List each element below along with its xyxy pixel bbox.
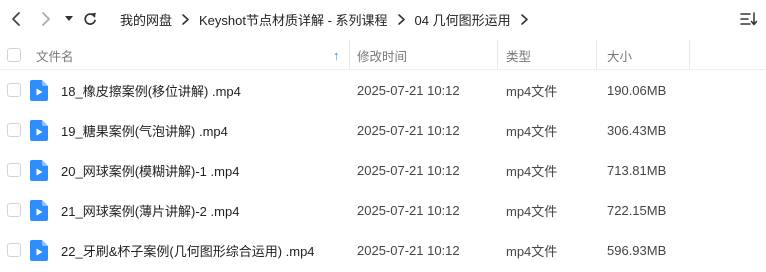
file-row[interactable]: 21_网球案例(薄片讲解)-2 .mp4 2025-07-21 10:12 mp… [0, 190, 766, 230]
sort-list-icon [740, 12, 758, 26]
file-size: 596.93MB [607, 242, 667, 258]
file-type: mp4文件 [506, 83, 558, 99]
file-row[interactable]: 20_网球案例(模糊讲解)-1 .mp4 2025-07-21 10:12 mp… [0, 150, 766, 190]
back-button[interactable] [6, 8, 26, 30]
chevron-right-icon [42, 12, 50, 26]
breadcrumb-item-current[interactable]: 04 几何图形运用 [415, 10, 511, 29]
history-dropdown-button[interactable] [62, 8, 76, 30]
file-type: mp4文件 [506, 243, 558, 259]
file-size: 306.43MB [607, 122, 667, 138]
file-type: mp4文件 [506, 163, 558, 179]
column-header-modified-label: 修改时间 [357, 49, 408, 64]
chevron-left-icon [12, 12, 20, 26]
video-file-icon [30, 160, 48, 181]
chevron-right-icon [397, 13, 405, 25]
file-size: 713.81MB [607, 162, 667, 178]
select-all-checkbox[interactable] [7, 48, 21, 62]
file-type: mp4文件 [506, 123, 558, 139]
row-checkbox[interactable] [7, 83, 21, 97]
row-checkbox[interactable] [7, 203, 21, 217]
file-row[interactable]: 19_糖果案例(气泡讲解) .mp4 2025-07-21 10:12 mp4文… [0, 110, 766, 150]
column-header-name[interactable]: 文件名 [36, 40, 346, 70]
caret-down-icon [65, 16, 73, 21]
refresh-icon [84, 12, 96, 25]
column-header-size[interactable]: 大小 [607, 40, 687, 70]
row-checkbox[interactable] [7, 123, 21, 137]
file-modified: 2025-07-21 10:12 [357, 242, 460, 258]
file-name[interactable]: 20_网球案例(模糊讲解)-1 .mp4 [61, 150, 239, 190]
file-modified: 2025-07-21 10:12 [357, 82, 460, 98]
forward-button[interactable] [36, 8, 56, 30]
file-modified: 2025-07-21 10:12 [357, 162, 460, 178]
column-header-size-label: 大小 [607, 49, 633, 64]
file-modified: 2025-07-21 10:12 [357, 202, 460, 218]
file-row[interactable]: 18_橡皮擦案例(移位讲解) .mp4 2025-07-21 10:12 mp4… [0, 70, 766, 110]
row-checkbox[interactable] [7, 243, 21, 257]
column-divider [497, 40, 498, 70]
video-file-icon [30, 120, 48, 141]
chevron-right-icon [182, 13, 189, 25]
file-type: mp4文件 [506, 203, 558, 219]
column-header-name-label: 文件名 [36, 49, 74, 64]
column-divider [689, 40, 690, 70]
video-file-icon [30, 80, 48, 101]
video-file-icon [30, 200, 48, 221]
column-header-type[interactable]: 类型 [506, 40, 594, 70]
breadcrumb: 我的网盘 Keyshot节点材质详解 - 系列课程 04 几何图形运用 [120, 10, 538, 28]
column-divider [349, 40, 350, 70]
file-modified: 2025-07-21 10:12 [357, 122, 460, 138]
file-name[interactable]: 18_橡皮擦案例(移位讲解) .mp4 [61, 70, 241, 110]
video-file-icon [30, 240, 48, 261]
column-header-type-label: 类型 [506, 49, 532, 64]
refresh-button[interactable] [80, 8, 100, 30]
column-header-modified[interactable]: 修改时间 [357, 40, 495, 70]
file-name[interactable]: 19_糖果案例(气泡讲解) .mp4 [61, 110, 228, 150]
sort-ascending-icon: ↑ [333, 47, 340, 63]
file-size: 190.06MB [607, 82, 667, 98]
toolbar: 我的网盘 Keyshot节点材质详解 - 系列课程 04 几何图形运用 [0, 0, 766, 38]
file-name[interactable]: 22_牙刷&杯子案例(几何图形综合运用) .mp4 [61, 230, 315, 270]
column-divider [596, 40, 597, 70]
file-name[interactable]: 21_网球案例(薄片讲解)-2 .mp4 [61, 190, 239, 230]
column-header-row: 文件名 ↑ 修改时间 类型 大小 [0, 40, 766, 70]
breadcrumb-item-course[interactable]: Keyshot节点材质详解 - 系列课程 [199, 10, 388, 29]
file-row[interactable]: 22_牙刷&杯子案例(几何图形综合运用) .mp4 2025-07-21 10:… [0, 230, 766, 270]
file-size: 722.15MB [607, 202, 667, 218]
chevron-right-icon [520, 13, 528, 25]
row-checkbox[interactable] [7, 163, 21, 177]
breadcrumb-item-root[interactable]: 我的网盘 [120, 10, 172, 29]
sort-toggle-button[interactable] [740, 11, 758, 27]
